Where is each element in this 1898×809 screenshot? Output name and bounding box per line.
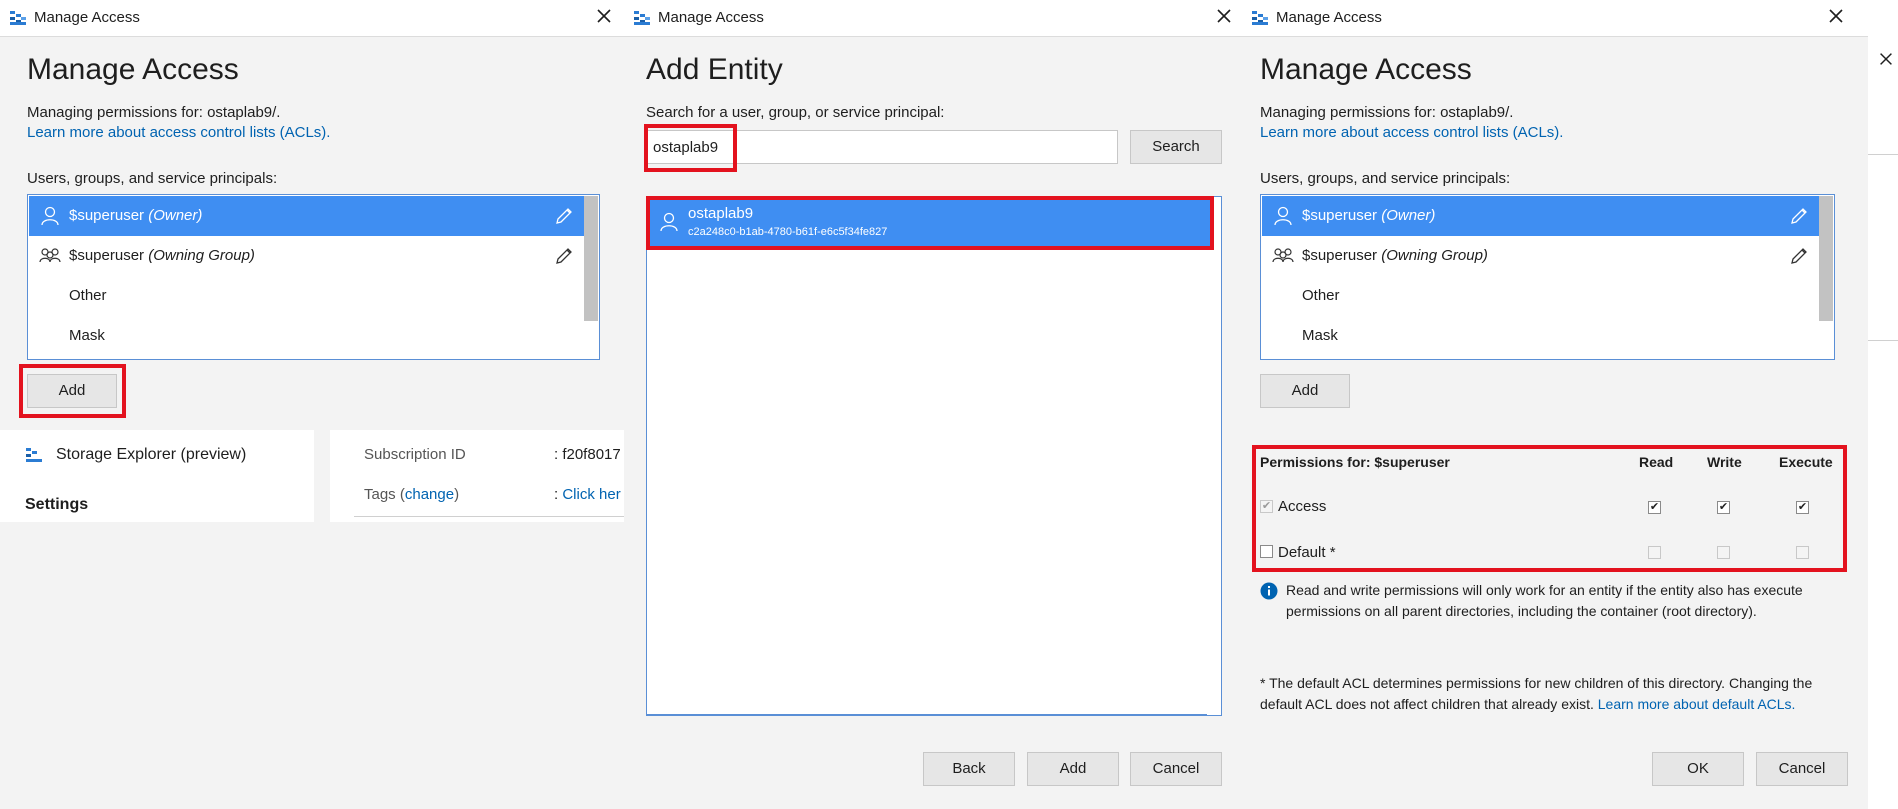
list-item-role: (Owning Group) — [148, 247, 255, 264]
list-scrollbar[interactable] — [584, 196, 598, 321]
list-scrollbar[interactable] — [1819, 196, 1833, 321]
list-item-other[interactable]: Other — [1262, 276, 1819, 316]
list-item-owning-group[interactable]: $superuser (Owning Group) — [29, 236, 584, 276]
divider — [354, 516, 624, 517]
learn-acl-link[interactable]: Learn more about access control lists (A… — [27, 124, 330, 141]
edit-icon[interactable] — [553, 205, 575, 227]
learn-acl-link[interactable]: Learn more about access control lists (A… — [1260, 124, 1563, 141]
list-item-name: $superuser — [69, 207, 145, 224]
tags-value-prefix: : — [554, 486, 559, 503]
list-bottom-line — [647, 714, 1207, 715]
page-title: Add Entity — [646, 53, 783, 86]
list-item-name: $superuser — [69, 247, 145, 264]
add-button[interactable]: Add — [1260, 374, 1350, 408]
group-icon — [1272, 248, 1294, 263]
list-item-owner[interactable]: $superuser (Owner) — [29, 196, 584, 236]
titlebar: Manage Access — [624, 0, 1242, 37]
close-icon[interactable] — [1214, 6, 1234, 26]
subscription-value: : f20f8017 — [554, 446, 621, 463]
tags-label-text: Tags ( — [364, 486, 405, 503]
tags-label: Tags (change) — [364, 486, 459, 503]
portal-properties: Subscription ID : f20f8017 Tags (change)… — [330, 430, 624, 522]
right-edge-panel — [1868, 0, 1898, 809]
ok-button[interactable]: OK — [1652, 752, 1744, 786]
window-title: Manage Access — [34, 9, 140, 26]
principals-label: Users, groups, and service principals: — [27, 170, 278, 187]
search-button[interactable]: Search — [1130, 130, 1222, 164]
list-item-name: $superuser — [1302, 207, 1378, 224]
divider — [1868, 340, 1898, 341]
edit-icon[interactable] — [553, 245, 575, 267]
divider — [1868, 154, 1898, 155]
search-label: Search for a user, group, or service pri… — [646, 104, 945, 121]
managing-label: Managing permissions for: ostaplab9/. — [1260, 104, 1514, 121]
cancel-button[interactable]: Cancel — [1756, 752, 1848, 786]
list-item-mask[interactable]: Mask — [29, 316, 584, 356]
list-item-name: Other — [69, 287, 107, 304]
highlight-search-input — [644, 124, 737, 172]
list-item-name: Mask — [1302, 327, 1338, 344]
info-icon — [1260, 582, 1278, 600]
subscription-label: Subscription ID — [364, 446, 466, 463]
list-item-name: Mask — [69, 327, 105, 344]
permissions-table: Permissions for: $superuser Read Write E… — [1242, 445, 1868, 578]
page-title: Manage Access — [1260, 53, 1472, 86]
page-title: Manage Access — [27, 53, 239, 86]
highlight-permissions — [1252, 445, 1847, 572]
add-entity-window: Manage Access Add Entity Search for a us… — [624, 0, 1242, 809]
storage-explorer-icon — [634, 11, 650, 25]
user-icon — [1274, 206, 1292, 226]
tags-value: : Click her — [554, 486, 621, 503]
add-button[interactable]: Add — [1027, 752, 1119, 786]
settings-heading: Settings — [25, 496, 89, 513]
portal-nav: Storage Explorer (preview) Settings — [0, 430, 330, 522]
default-acl-note: * The default ACL determines permissions… — [1260, 673, 1840, 715]
list-item-mask[interactable]: Mask — [1262, 316, 1819, 356]
storage-explorer-icon — [10, 11, 26, 25]
tags-click-link[interactable]: Click her — [562, 486, 620, 503]
storage-explorer-link[interactable]: Storage Explorer (preview) — [56, 446, 246, 464]
search-results-list: ostaplab9 c2a248c0-b1ab-4780-b61f-e6c5f3… — [646, 196, 1222, 716]
list-item-name: Other — [1302, 287, 1340, 304]
list-item-other[interactable]: Other — [29, 276, 584, 316]
tags-change-link[interactable]: change — [405, 486, 454, 503]
managing-label: Managing permissions for: ostaplab9/. — [27, 104, 281, 121]
tags-label-close: ) — [454, 486, 460, 503]
close-icon[interactable] — [594, 6, 614, 26]
portal-separator — [314, 430, 330, 522]
storage-explorer-icon — [1252, 11, 1268, 25]
manage-access-window-3: Manage Access Manage Access Managing per… — [1242, 0, 1868, 809]
close-icon[interactable] — [1826, 6, 1846, 26]
group-icon — [39, 248, 61, 263]
back-button[interactable]: Back — [923, 752, 1015, 786]
user-icon — [41, 206, 59, 226]
highlight-add-button — [19, 364, 126, 418]
list-item-name: $superuser — [1302, 247, 1378, 264]
principals-label: Users, groups, and service principals: — [1260, 170, 1511, 187]
window-title: Manage Access — [658, 9, 764, 26]
storage-explorer-icon — [26, 448, 42, 462]
edit-icon[interactable] — [1788, 245, 1810, 267]
list-item-owner[interactable]: $superuser (Owner) — [1262, 196, 1819, 236]
titlebar: Manage Access — [1242, 0, 1868, 37]
highlight-result-item — [646, 196, 1214, 250]
list-item-role: (Owner) — [148, 207, 203, 224]
default-acl-link[interactable]: Learn more about default ACLs. — [1598, 696, 1796, 712]
principals-list: $superuser (Owner) $superuser (Owning Gr… — [27, 194, 600, 360]
edit-icon[interactable] — [1788, 205, 1810, 227]
principals-list: $superuser (Owner) $superuser (Owning Gr… — [1260, 194, 1835, 360]
cancel-button[interactable]: Cancel — [1130, 752, 1222, 786]
list-item-owning-group[interactable]: $superuser (Owning Group) — [1262, 236, 1819, 276]
manage-access-window-1: Manage Access Manage Access Managing per… — [0, 0, 624, 809]
list-item-role: (Owning Group) — [1381, 247, 1488, 264]
info-text: Read and write permissions will only wor… — [1286, 582, 1803, 619]
titlebar: Manage Access — [0, 0, 624, 37]
close-icon[interactable] — [1877, 50, 1895, 68]
list-item-role: (Owner) — [1381, 207, 1436, 224]
window-title: Manage Access — [1276, 9, 1382, 26]
